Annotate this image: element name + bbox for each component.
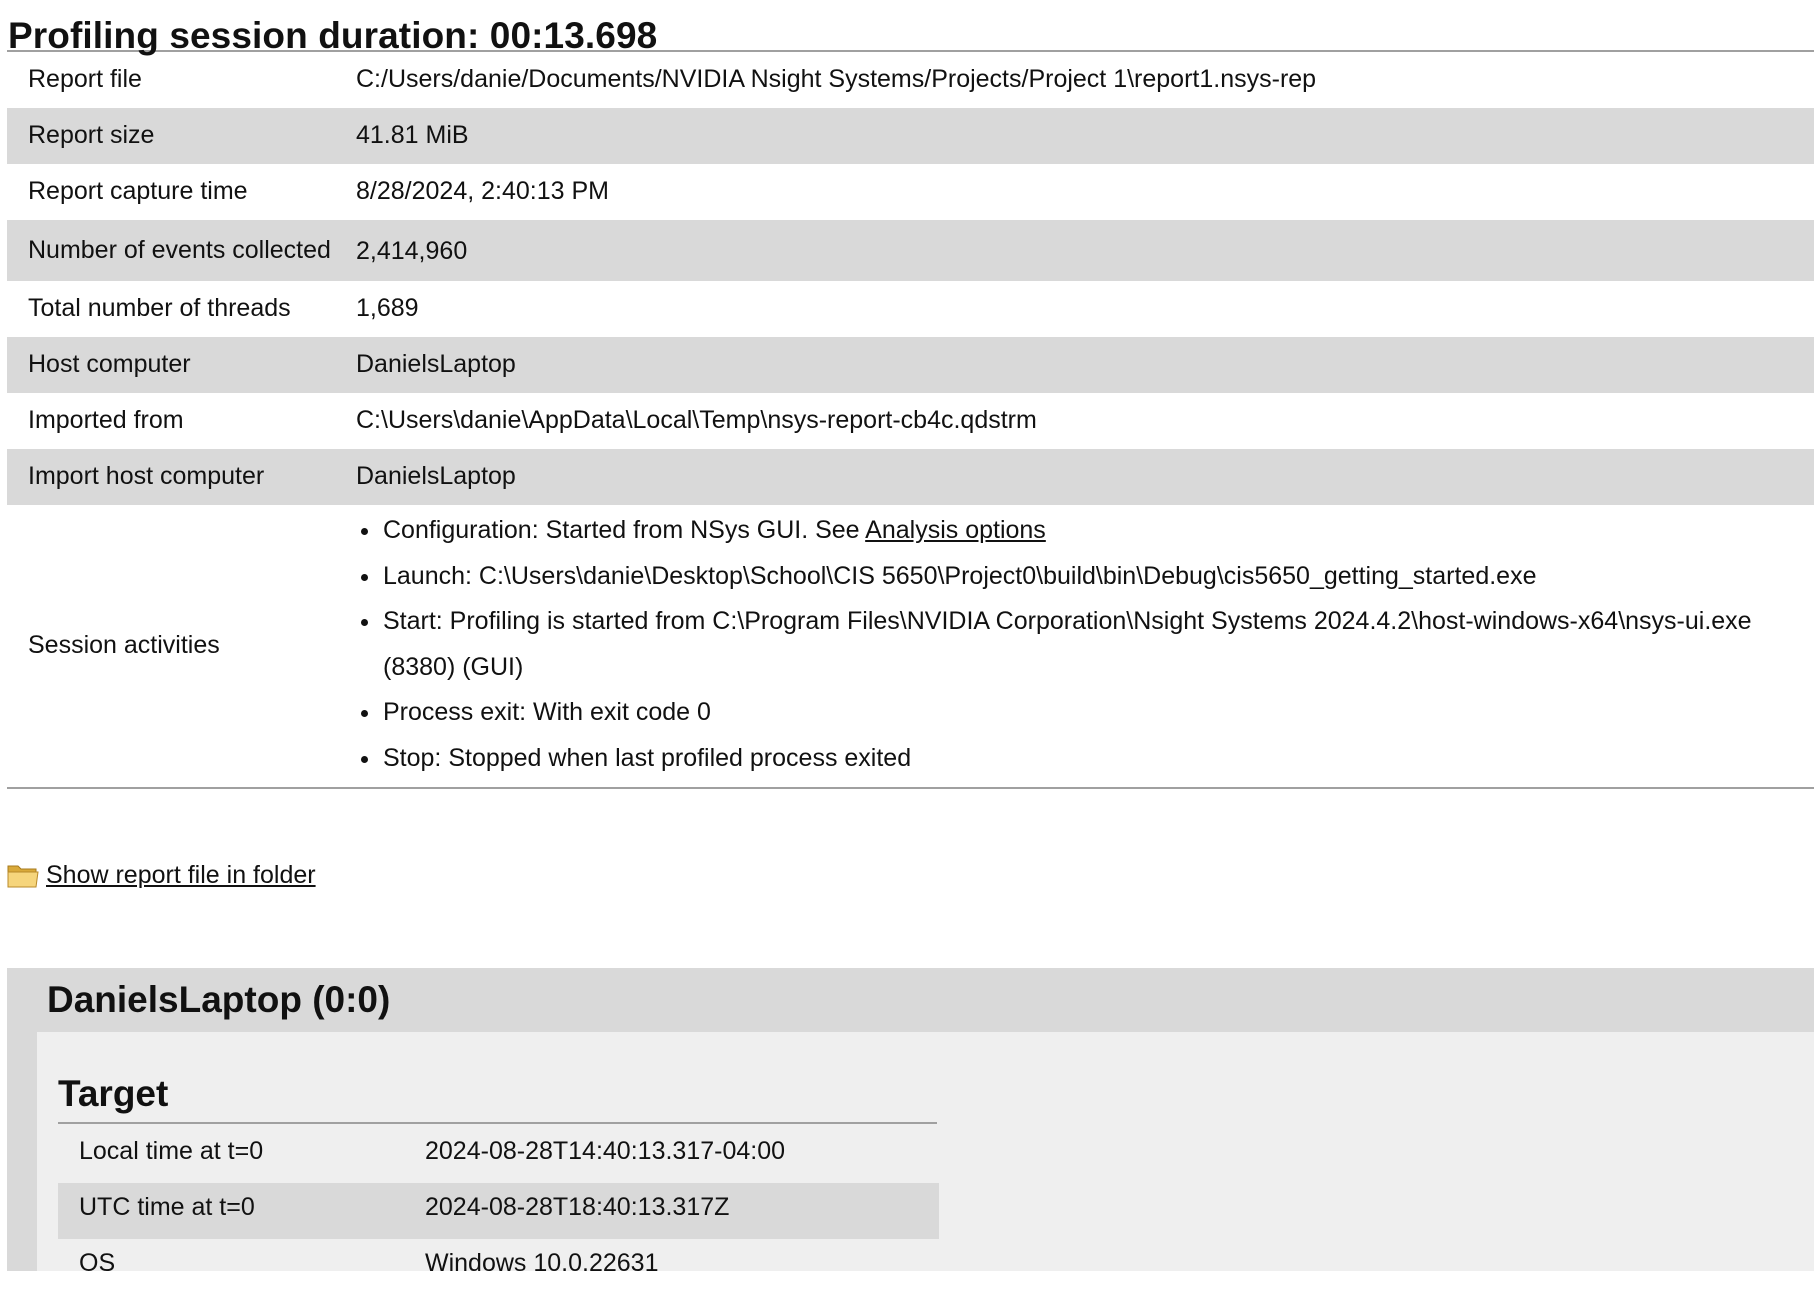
table-row: Local time at t=0 2024-08-28T14:40:13.31… [58, 1127, 939, 1183]
row-key: Total number of threads [28, 294, 291, 322]
table-row: Host computer DanielsLaptop [7, 337, 1814, 393]
row-value: C:/Users/danie/Documents/NVIDIA Nsight S… [356, 65, 1317, 93]
row-key: Number of events collected [7, 220, 335, 281]
session-activities-list: Configuration: Started from NSys GUI. Se… [335, 505, 1814, 789]
row-value: 2024-08-28T14:40:13.317-04:00 [425, 1137, 786, 1165]
row-value: 41.81 MiB [335, 108, 1814, 164]
row-key: Report size [7, 108, 335, 164]
row-key: Imported from [28, 406, 184, 434]
row-value: DanielsLaptop [335, 337, 1814, 393]
show-report-folder-link[interactable]: Show report file in folder [46, 861, 316, 890]
folder-icon [7, 861, 39, 889]
row-key: Session activities [7, 505, 335, 789]
row-key: Report file [28, 65, 142, 93]
row-key: UTC time at t=0 [58, 1183, 404, 1239]
target-heading: Target [58, 1072, 937, 1124]
row-key: Host computer [7, 337, 335, 393]
page-title: Profiling session duration: 00:13.698 [7, 0, 1814, 56]
show-folder-row[interactable]: Show report file in folder [7, 855, 316, 895]
report-summary: Profiling session duration: 00:13.698 Re… [7, 0, 1814, 789]
row-value: 2024-08-28T18:40:13.317Z [404, 1183, 939, 1239]
row-key: Local time at t=0 [79, 1137, 264, 1165]
list-item: Configuration: Started from NSys GUI. Se… [356, 508, 1814, 554]
row-key: OS [79, 1249, 116, 1277]
table-row: Number of events collected 2,414,960 [7, 220, 1814, 281]
table-row: Total number of threads 1,689 [7, 281, 1814, 337]
config-text: Configuration: Started from NSys GUI. Se… [383, 516, 866, 544]
row-value: 8/28/2024, 2:40:13 PM [356, 177, 609, 205]
session-activities-row: Session activities Configuration: Starte… [7, 505, 1814, 789]
host-section: DanielsLaptop (0:0) Target Local time at… [7, 968, 1814, 1277]
analysis-options-link[interactable]: Analysis options [865, 516, 1046, 544]
table-row: UTC time at t=0 2024-08-28T18:40:13.317Z [58, 1183, 939, 1239]
host-title: DanielsLaptop (0:0) [47, 979, 391, 1020]
table-row: Report capture time 8/28/2024, 2:40:13 P… [7, 164, 1814, 220]
table-row: Imported from C:\Users\danie\AppData\Loc… [7, 393, 1814, 449]
list-item: Process exit: With exit code 0 [356, 690, 1814, 736]
host-body: Target Local time at t=0 2024-08-28T14:4… [37, 1032, 1814, 1277]
row-value: 1,689 [356, 294, 419, 322]
list-item: Launch: C:\Users\danie\Desktop\School\CI… [356, 554, 1814, 600]
table-row: OS Windows 10.0.22631 [58, 1239, 939, 1295]
list-item: Start: Profiling is started from C:\Prog… [356, 599, 1814, 690]
row-value: Windows 10.0.22631 [425, 1249, 659, 1277]
row-value: 2,414,960 [335, 220, 1814, 281]
report-info-table: Report file C:/Users/danie/Documents/NVI… [7, 52, 1814, 789]
row-value: C:\Users\danie\AppData\Local\Temp\nsys-r… [356, 406, 1037, 434]
row-value: DanielsLaptop [335, 449, 1814, 505]
table-row: Import host computer DanielsLaptop [7, 449, 1814, 505]
table-row: Report file C:/Users/danie/Documents/NVI… [7, 52, 1814, 108]
row-key: Import host computer [7, 449, 335, 505]
target-table: Local time at t=0 2024-08-28T14:40:13.31… [58, 1127, 939, 1295]
row-key: Report capture time [28, 177, 248, 205]
table-row: Report size 41.81 MiB [7, 108, 1814, 164]
list-item: Stop: Stopped when last profiled process… [356, 736, 1814, 782]
